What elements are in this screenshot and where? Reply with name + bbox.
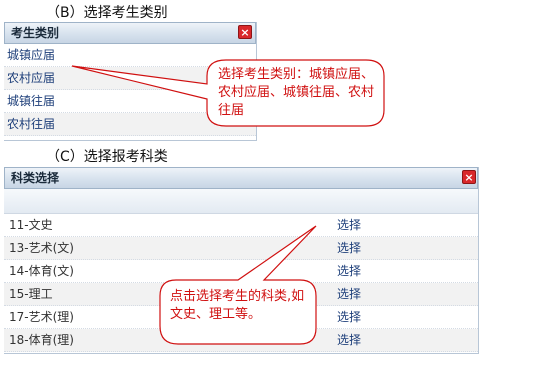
callout-text-b: 选择考生类别：城镇应届、农村应届、城镇往届、农村往届 (218, 67, 375, 118)
callout-text-c: 点击选择考生的科类,如文史、理工等。 (170, 289, 305, 322)
